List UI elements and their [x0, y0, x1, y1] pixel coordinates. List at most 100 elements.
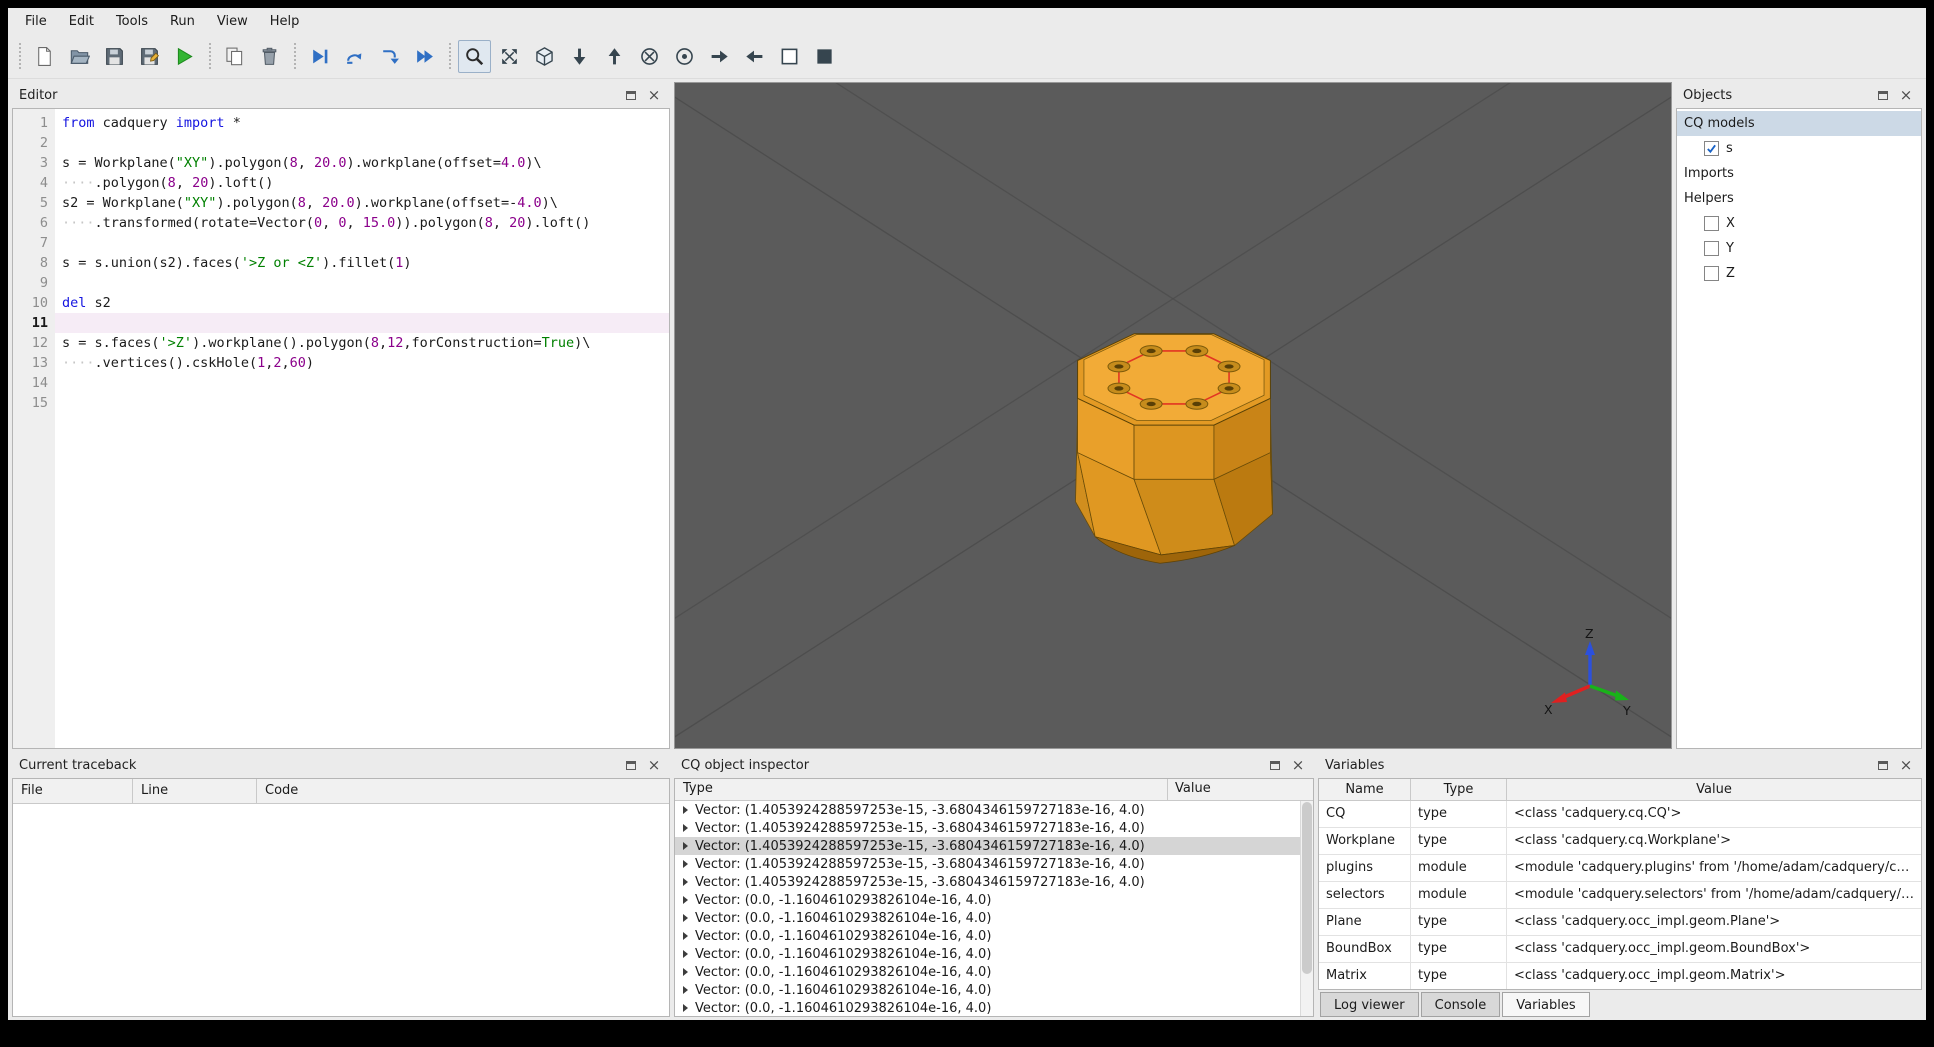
- variables-col-type[interactable]: Type: [1411, 779, 1507, 800]
- variables-row[interactable]: Plane type <class 'cadquery.occ_impl.geom.…: [1319, 909, 1921, 936]
- inspector-col-type[interactable]: Type: [675, 779, 1167, 800]
- scrollbar-thumb[interactable]: [1302, 802, 1312, 974]
- traceback-col-code[interactable]: Code: [257, 779, 669, 803]
- traceback-float-button[interactable]: [622, 756, 640, 774]
- code-line-15[interactable]: [55, 393, 669, 413]
- code-editor[interactable]: 1 2 3 4 5 6 7 8 9 10 11 12 13 14 15 from cadquery impo…: [13, 109, 669, 748]
- inspector-row[interactable]: Vector: (1.4053924288597253e-15, -3.6804…: [675, 801, 1300, 819]
- menu-tools[interactable]: Tools: [105, 10, 159, 33]
- menu-edit[interactable]: Edit: [58, 10, 105, 33]
- tree-item-x[interactable]: X: [1677, 211, 1921, 236]
- expander-icon[interactable]: [683, 932, 688, 940]
- menu-run[interactable]: Run: [159, 10, 206, 33]
- variables-row[interactable]: plugins module <module 'cadquery.plugins' …: [1319, 855, 1921, 882]
- debug-button[interactable]: [303, 40, 336, 73]
- inspector-row[interactable]: Vector: (0.0, -1.1604610293826104e-16, 4…: [675, 909, 1300, 927]
- inspector-float-button[interactable]: [1266, 756, 1284, 774]
- menu-view[interactable]: View: [206, 10, 259, 33]
- code-line-1[interactable]: from cadquery import *: [55, 113, 669, 133]
- variables-float-button[interactable]: [1874, 756, 1892, 774]
- checkbox-y[interactable]: [1704, 241, 1719, 256]
- variables-row[interactable]: Workplane type <class 'cadquery.cq.Workpla…: [1319, 828, 1921, 855]
- render-button[interactable]: [168, 40, 201, 73]
- iso-view-button[interactable]: [528, 40, 561, 73]
- inspector-row[interactable]: Vector: (1.4053924288597253e-15, -3.6804…: [675, 855, 1300, 873]
- inspector-row[interactable]: Vector: (0.0, -1.1604610293826104e-16, 4…: [675, 999, 1300, 1016]
- step-button[interactable]: [338, 40, 371, 73]
- new-file-button[interactable]: [28, 40, 61, 73]
- continue-button[interactable]: [408, 40, 441, 73]
- step-into-button[interactable]: [373, 40, 406, 73]
- expander-icon[interactable]: [683, 860, 688, 868]
- save-button[interactable]: [98, 40, 131, 73]
- variables-row[interactable]: BoundBox type <class 'cadquery.occ_impl.ge…: [1319, 936, 1921, 963]
- inspector-col-value[interactable]: Value: [1167, 779, 1313, 800]
- tree-item-y[interactable]: Y: [1677, 236, 1921, 261]
- shaded-button[interactable]: [808, 40, 841, 73]
- viewport-3d[interactable]: Z X Y: [674, 82, 1672, 749]
- tree-item-helpers[interactable]: Helpers: [1677, 186, 1921, 211]
- inspector-row[interactable]: Vector: (0.0, -1.1604610293826104e-16, 4…: [675, 963, 1300, 981]
- inspector-row[interactable]: Vector: (1.4053924288597253e-15, -3.6804…: [675, 873, 1300, 891]
- objects-close-button[interactable]: ×: [1897, 86, 1915, 104]
- code-line-12[interactable]: s = s.faces('>Z').workplane().polygon(8,…: [55, 333, 669, 353]
- wireframe-button[interactable]: [773, 40, 806, 73]
- code-line-4[interactable]: ····.polygon(8, 20).loft(): [55, 173, 669, 193]
- code-line-6[interactable]: ····.transformed(rotate=Vector(0, 0, 15.…: [55, 213, 669, 233]
- editor-close-button[interactable]: ×: [645, 86, 663, 104]
- variables-row[interactable]: Matrix type <class 'cadquery.occ_impl.geom…: [1319, 963, 1921, 989]
- menu-help[interactable]: Help: [259, 10, 311, 33]
- checkbox-z[interactable]: [1704, 266, 1719, 281]
- variables-close-button[interactable]: ×: [1897, 756, 1915, 774]
- inspector-row[interactable]: Vector: (1.4053924288597253e-15, -3.6804…: [675, 819, 1300, 837]
- view-bottom-button[interactable]: [563, 40, 596, 73]
- objects-float-button[interactable]: [1874, 86, 1892, 104]
- zoom-fit-button[interactable]: [458, 40, 491, 73]
- code-line-3[interactable]: s = Workplane("XY").polygon(8, 20.0).wor…: [55, 153, 669, 173]
- inspector-row[interactable]: Vector: (0.0, -1.1604610293826104e-16, 4…: [675, 927, 1300, 945]
- code-line-8[interactable]: s = s.union(s2).faces('>Z or <Z').fillet…: [55, 253, 669, 273]
- editor-body[interactable]: 1 2 3 4 5 6 7 8 9 10 11 12 13 14 15 from cadquery impo…: [12, 108, 670, 749]
- expander-icon[interactable]: [683, 806, 688, 814]
- view-top-button[interactable]: [598, 40, 631, 73]
- tab-log-viewer[interactable]: Log viewer: [1320, 992, 1419, 1017]
- tree-item-imports[interactable]: Imports: [1677, 161, 1921, 186]
- delete-button[interactable]: [253, 40, 286, 73]
- variables-col-value[interactable]: Value: [1507, 779, 1921, 800]
- code-line-10[interactable]: del s2: [55, 293, 669, 313]
- expander-icon[interactable]: [683, 914, 688, 922]
- inspector-row[interactable]: Vector: (1.4053924288597253e-15, -3.6804…: [675, 837, 1300, 855]
- toolbar-handle[interactable]: [16, 42, 23, 71]
- code-line-7[interactable]: [55, 233, 669, 253]
- expander-icon[interactable]: [683, 986, 688, 994]
- code-line-2[interactable]: [55, 133, 669, 153]
- inspector-scrollbar[interactable]: [1300, 801, 1313, 1016]
- variables-row[interactable]: CQ type <class 'cadquery.cq.CQ'>: [1319, 801, 1921, 828]
- variables-row[interactable]: selectors module <module 'cadquery.selecto…: [1319, 882, 1921, 909]
- open-button[interactable]: [63, 40, 96, 73]
- expander-icon[interactable]: [683, 824, 688, 832]
- expander-icon[interactable]: [683, 968, 688, 976]
- view-front-button[interactable]: [633, 40, 666, 73]
- toolbar-handle[interactable]: [206, 42, 213, 71]
- code-line-11[interactable]: [55, 313, 669, 333]
- code-line-5[interactable]: s2 = Workplane("XY").polygon(8, 20.0).wo…: [55, 193, 669, 213]
- menu-file[interactable]: File: [14, 10, 58, 33]
- view-right-button[interactable]: [703, 40, 736, 73]
- inspector-close-button[interactable]: ×: [1289, 756, 1307, 774]
- fit-all-button[interactable]: [493, 40, 526, 73]
- tree-item-cq-models[interactable]: CQ models: [1677, 111, 1921, 136]
- tab-variables[interactable]: Variables: [1502, 992, 1590, 1017]
- copy-button[interactable]: [218, 40, 251, 73]
- variables-col-name[interactable]: Name: [1319, 779, 1411, 800]
- inspector-row[interactable]: Vector: (0.0, -1.1604610293826104e-16, 4…: [675, 891, 1300, 909]
- toolbar-handle[interactable]: [291, 42, 298, 71]
- expander-icon[interactable]: [683, 1004, 688, 1012]
- expander-icon[interactable]: [683, 896, 688, 904]
- code-line-14[interactable]: [55, 373, 669, 393]
- expander-icon[interactable]: [683, 950, 688, 958]
- tab-console[interactable]: Console: [1420, 992, 1501, 1017]
- tree-item-z[interactable]: Z: [1677, 261, 1921, 286]
- traceback-close-button[interactable]: ×: [645, 756, 663, 774]
- expander-icon[interactable]: [683, 842, 688, 850]
